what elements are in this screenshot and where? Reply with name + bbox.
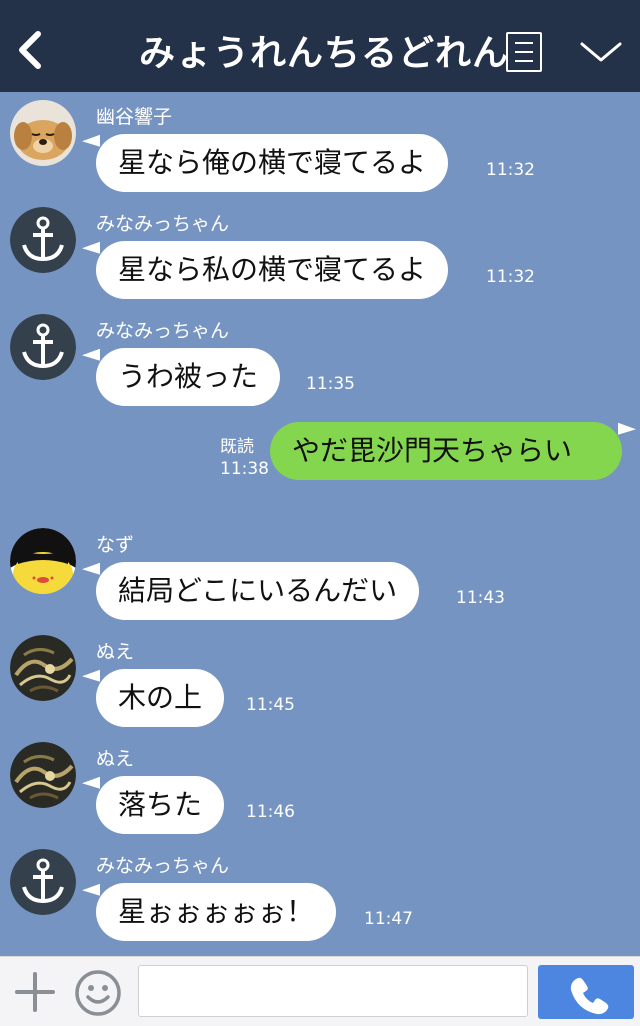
puppy-avatar[interactable] <box>10 100 76 166</box>
read-status: 既読 11:38 <box>220 436 269 480</box>
message-bubble[interactable]: 結局どこにいるんだい <box>96 562 420 620</box>
phone-icon <box>570 977 609 1015</box>
sender-name: なず <box>96 534 135 556</box>
message-time: 11:38 <box>220 459 269 479</box>
sender-name: ぬえ <box>96 748 135 770</box>
chat-header: みょうれんちるどれん <box>0 0 640 92</box>
menu-icon[interactable] <box>506 32 542 72</box>
chat-area[interactable]: 幽谷響子 星なら俺の横で寝てるよ 11:32 みなみっちゃん 星なら私の横で寝て… <box>0 92 640 956</box>
message-time: 11:32 <box>486 267 535 287</box>
message-time: 11:32 <box>486 160 535 180</box>
message-bubble[interactable]: やだ毘沙門天ちゃらい <box>270 422 622 480</box>
message-time: 11:35 <box>306 374 355 394</box>
sender-name: ぬえ <box>96 641 135 663</box>
call-button[interactable] <box>538 965 634 1019</box>
message-bubble[interactable]: 星なら私の横で寝てるよ <box>96 241 449 299</box>
plus-icon[interactable] <box>14 971 56 1013</box>
sender-name: みなみっちゃん <box>96 320 230 342</box>
smiley-icon[interactable] <box>74 969 122 1017</box>
mouse-avatar[interactable] <box>10 528 76 594</box>
chat-title: みょうれんちるどれん <box>138 33 509 74</box>
read-label: 既読 <box>220 437 254 457</box>
message-bubble[interactable]: 落ちた <box>96 776 225 834</box>
sender-name: 幽谷響子 <box>96 106 173 128</box>
tiger-art-avatar[interactable] <box>10 742 76 808</box>
anchor-avatar[interactable] <box>10 849 76 915</box>
message-input[interactable] <box>138 965 528 1017</box>
message-bubble[interactable]: 木の上 <box>96 669 225 727</box>
message-time: 11:47 <box>364 909 413 929</box>
message-time: 11:45 <box>246 695 295 715</box>
chevron-down-icon[interactable] <box>578 38 624 66</box>
tiger-art-avatar[interactable] <box>10 635 76 701</box>
message-composer <box>0 956 640 1026</box>
message-bubble[interactable]: 星なら俺の横で寝てるよ <box>96 134 449 192</box>
sender-name: みなみっちゃん <box>96 855 230 877</box>
sender-name: みなみっちゃん <box>96 213 230 235</box>
message-time: 11:43 <box>456 588 505 608</box>
message-time: 11:46 <box>246 802 295 822</box>
message-bubble[interactable]: 星ぉぉぉぉぉ！ <box>96 883 337 941</box>
anchor-avatar[interactable] <box>10 314 76 380</box>
message-bubble[interactable]: うわ被った <box>96 348 281 406</box>
anchor-avatar[interactable] <box>10 207 76 273</box>
